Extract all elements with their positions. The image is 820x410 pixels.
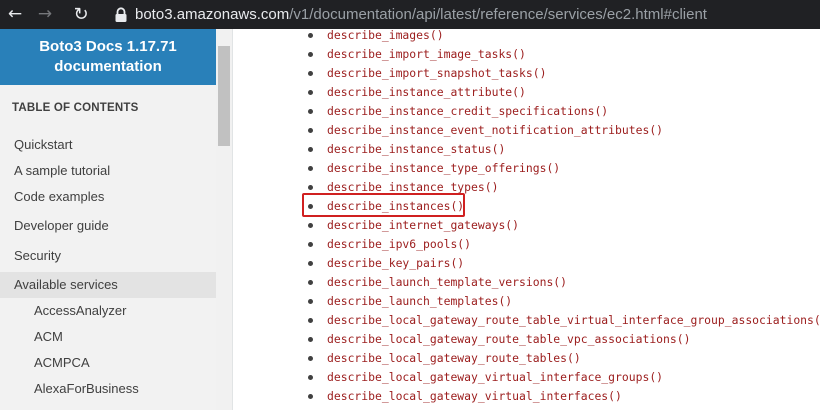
method-list-item: describe_ipv6_pools() [233,235,820,254]
method-list-item: describe_launch_templates() [233,292,820,311]
brand-subtitle: documentation [54,58,162,75]
bullet-icon [308,318,313,323]
method-link[interactable]: describe_local_gateway_route_table_virtu… [327,311,820,330]
nav-item-sample-tutorial[interactable]: A sample tutorial [0,158,216,184]
bullet-icon [308,147,313,152]
refresh-icon[interactable]: ↻ [68,0,94,29]
nav-subitem-accessanalyzer[interactable]: AccessAnalyzer [0,298,216,324]
method-link[interactable]: describe_images() [327,29,444,45]
url-path: /v1/documentation/api/latest/reference/s… [289,6,707,23]
method-list-item: describe_local_gateway_route_table_vpc_a… [233,330,820,349]
bullet-icon [308,223,313,228]
method-link[interactable]: describe_internet_gateways() [327,216,519,235]
method-list-item: describe_local_gateway_virtual_interface… [233,368,820,387]
method-list-item: describe_images() [233,29,820,45]
method-list-item: describe_instance_event_notification_att… [233,121,820,140]
bullet-icon [308,337,313,342]
docs-brand-link[interactable]: Boto3 Docs 1.17.71 documentation [0,29,216,85]
bullet-icon [308,52,313,57]
method-link[interactable]: describe_instance_status() [327,140,505,159]
sidebar-scrollbar-thumb[interactable] [218,46,230,146]
nav-subitem-acm[interactable]: ACM [0,324,216,350]
highlight-box [302,193,465,217]
method-list-item: describe_local_gateway_route_tables() [233,349,820,368]
method-list-item: describe_launch_template_versions() [233,273,820,292]
nav-subitem-alexaforbusiness[interactable]: AlexaForBusiness [0,376,216,402]
method-link[interactable]: describe_launch_template_versions() [327,273,567,292]
bullet-icon [308,33,313,38]
method-list-item: describe_instance_status() [233,140,820,159]
nav-subitem-acmpca[interactable]: ACMPCA [0,350,216,376]
bullet-icon [308,242,313,247]
method-link[interactable]: describe_ipv6_pools() [327,235,471,254]
forward-arrow-icon[interactable]: → [32,0,58,29]
method-link[interactable]: describe_key_pairs() [327,254,464,273]
method-link[interactable]: describe_import_image_tasks() [327,45,526,64]
bullet-icon [308,185,313,190]
method-link[interactable]: describe_instance_credit_specifications(… [327,102,608,121]
nav-item-security[interactable]: Security [0,243,216,269]
method-list-item: describe_local_gateway_virtual_interface… [233,387,820,406]
method-link[interactable]: describe_launch_templates() [327,292,512,311]
nav-item-developer-guide[interactable]: Developer guide [0,213,216,239]
method-list-item: describe_instance_credit_specifications(… [233,102,820,121]
bullet-icon [308,394,313,399]
method-link[interactable]: describe_local_gateway_virtual_interface… [327,368,663,387]
method-list-item: describe_local_gateway_route_table_virtu… [233,311,820,330]
nav-item-code-examples[interactable]: Code examples [0,184,216,210]
bullet-icon [308,90,313,95]
method-list-item: describe_import_snapshot_tasks() [233,64,820,83]
bullet-icon [308,128,313,133]
method-list-item: describe_import_image_tasks() [233,45,820,64]
nav-item-quickstart[interactable]: Quickstart [0,132,216,158]
bullet-icon [308,280,313,285]
bullet-icon [308,109,313,114]
bullet-icon [308,375,313,380]
url-host: boto3.amazonaws.com [135,6,290,23]
method-link[interactable]: describe_instance_attribute() [327,83,526,102]
back-arrow-icon[interactable]: ← [2,0,28,29]
method-list-item: describe_instance_attribute() [233,83,820,102]
method-link[interactable]: describe_import_snapshot_tasks() [327,64,546,83]
bullet-icon [308,356,313,361]
sidebar: Boto3 Docs 1.17.71 documentation TABLE O… [0,29,216,410]
brand-title: Boto3 Docs 1.17.71 [39,38,177,55]
bullet-icon [308,261,313,266]
toc-heading: TABLE OF CONTENTS [12,102,139,114]
method-list: describe_local_gateway_virtual_interface… [233,29,820,410]
browser-address-bar: ← → ↻ boto3.amazonaws.com/v1/documentati… [0,0,820,29]
method-link[interactable]: describe_local_gateway_virtual_interface… [327,387,622,406]
nav-item-available-services[interactable]: Available services [0,272,216,298]
method-list-item: describe_internet_gateways() [233,216,820,235]
method-list-item: describe_instance_type_offerings() [233,159,820,178]
method-link[interactable]: describe_instance_type_offerings() [327,159,560,178]
method-link[interactable]: describe_local_gateway_route_tables() [327,349,581,368]
bullet-icon [308,166,313,171]
method-link[interactable]: describe_instance_event_notification_att… [327,121,663,140]
bullet-icon [308,299,313,304]
method-list-item: describe_key_pairs() [233,254,820,273]
lock-icon[interactable] [114,7,128,23]
bullet-icon [308,71,313,76]
url-field[interactable]: boto3.amazonaws.com/v1/documentation/api… [135,0,707,29]
method-link[interactable]: describe_local_gateway_route_table_vpc_a… [327,330,690,349]
